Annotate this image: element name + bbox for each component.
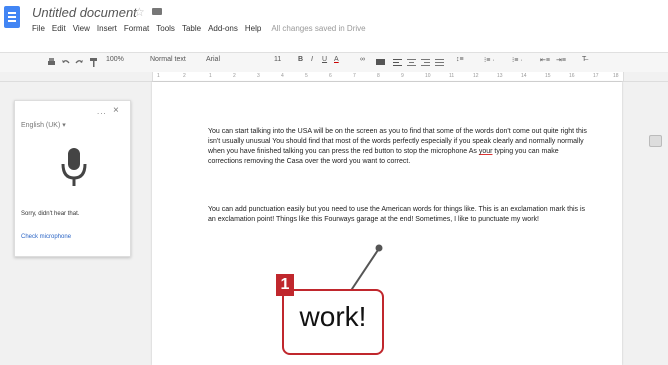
italic-icon[interactable]: I bbox=[311, 56, 313, 63]
menu-file[interactable]: File bbox=[32, 24, 45, 38]
callout-number-badge: 1 bbox=[276, 274, 294, 296]
paragraph-1[interactable]: You can start talking into the USA will … bbox=[208, 127, 588, 167]
comment-icon[interactable] bbox=[375, 57, 386, 68]
style-select[interactable]: Normal text bbox=[150, 56, 186, 63]
ruler-tick: 6 bbox=[329, 73, 332, 79]
ruler-tick: 16 bbox=[569, 73, 575, 79]
menu-format[interactable]: Format bbox=[124, 24, 149, 38]
menu-bar: File Edit View Insert Format Tools Table… bbox=[32, 24, 373, 38]
document-page[interactable]: You can start talking into the USA will … bbox=[152, 82, 622, 365]
paint-format-icon[interactable] bbox=[88, 57, 99, 68]
font-size-select[interactable]: 11 bbox=[274, 56, 281, 63]
ruler-tick: 18 bbox=[613, 73, 619, 79]
language-select[interactable]: English (UK) ▾ bbox=[21, 121, 66, 129]
text-color-icon[interactable]: A bbox=[334, 56, 339, 63]
callout-box: work! bbox=[282, 289, 384, 355]
toolbar: 100% Normal text Arial 11 B I U A ∞ ↕≡ ⁝… bbox=[0, 52, 668, 74]
docs-logo-icon[interactable] bbox=[4, 6, 20, 28]
ruler-tick: 2 bbox=[183, 73, 186, 79]
callout-text: work! bbox=[299, 301, 367, 332]
link-icon[interactable]: ∞ bbox=[360, 56, 365, 63]
close-icon[interactable]: × bbox=[113, 105, 119, 116]
spellcheck-word[interactable]: your bbox=[479, 148, 493, 155]
ruler-tick: 15 bbox=[545, 73, 551, 79]
increase-indent-icon[interactable]: ⇥≡ bbox=[556, 56, 566, 64]
ruler-tick: 14 bbox=[521, 73, 527, 79]
ruler-tick: 10 bbox=[425, 73, 431, 79]
decrease-indent-icon[interactable]: ⇤≡ bbox=[540, 56, 550, 64]
paragraph-2[interactable]: You can add punctuation easily but you n… bbox=[208, 205, 588, 225]
ruler-page-area[interactable]: 1 2 1 2 3 4 5 6 7 8 9 10 11 12 13 14 15 … bbox=[152, 72, 624, 81]
ruler-tick: 4 bbox=[281, 73, 284, 79]
ruler-tick: 9 bbox=[401, 73, 404, 79]
bulleted-list-icon[interactable]: ⁝≡ · bbox=[512, 56, 523, 64]
ruler-tick: 17 bbox=[593, 73, 599, 79]
align-center-icon[interactable] bbox=[406, 57, 417, 68]
font-select[interactable]: Arial bbox=[206, 56, 220, 63]
ruler-tick: 1 bbox=[157, 73, 160, 79]
undo-icon[interactable] bbox=[60, 57, 71, 68]
menu-addons[interactable]: Add-ons bbox=[208, 24, 238, 38]
ruler-tick: 12 bbox=[473, 73, 479, 79]
side-comment-icon[interactable] bbox=[649, 135, 662, 147]
ruler-tick: 2 bbox=[233, 73, 236, 79]
ruler-tick: 11 bbox=[449, 73, 455, 79]
justify-icon[interactable] bbox=[434, 57, 445, 68]
more-options-icon[interactable]: ... bbox=[97, 107, 107, 116]
clear-formatting-icon[interactable]: T̶ bbox=[582, 56, 586, 63]
ruler-tick: 7 bbox=[353, 73, 356, 79]
ruler-tick: 3 bbox=[257, 73, 260, 79]
document-title[interactable]: Untitled document bbox=[32, 5, 137, 20]
line-spacing-icon[interactable]: ↕≡ bbox=[456, 56, 464, 63]
underline-icon[interactable]: U bbox=[322, 56, 327, 63]
redo-icon[interactable] bbox=[74, 57, 85, 68]
menu-table[interactable]: Table bbox=[182, 24, 201, 38]
save-status[interactable]: All changes saved in Drive bbox=[271, 24, 365, 38]
ruler-tick: 5 bbox=[305, 73, 308, 79]
voice-typing-panel: ... × English (UK) ▾ Sorry, didn't hear … bbox=[14, 100, 131, 257]
ruler: 1 2 1 2 3 4 5 6 7 8 9 10 11 12 13 14 15 … bbox=[0, 72, 668, 82]
menu-tools[interactable]: Tools bbox=[156, 24, 175, 38]
star-icon[interactable]: ☆ bbox=[134, 6, 146, 18]
bold-icon[interactable]: B bbox=[298, 56, 303, 63]
menu-view[interactable]: View bbox=[73, 24, 90, 38]
microphone-icon[interactable] bbox=[59, 146, 89, 191]
check-microphone-link[interactable]: Check microphone bbox=[21, 234, 71, 240]
ruler-tick: 8 bbox=[377, 73, 380, 79]
menu-edit[interactable]: Edit bbox=[52, 24, 66, 38]
voice-status-message: Sorry, didn't hear that. bbox=[21, 211, 80, 217]
ruler-tick: 1 bbox=[209, 73, 212, 79]
ruler-tick: 13 bbox=[497, 73, 503, 79]
menu-insert[interactable]: Insert bbox=[97, 24, 117, 38]
align-left-icon[interactable] bbox=[392, 57, 403, 68]
align-right-icon[interactable] bbox=[420, 57, 431, 68]
print-icon[interactable] bbox=[46, 57, 57, 68]
zoom-select[interactable]: 100% bbox=[106, 56, 124, 63]
numbered-list-icon[interactable]: ⁝≡ · bbox=[484, 56, 495, 64]
menu-help[interactable]: Help bbox=[245, 24, 261, 38]
folder-icon[interactable] bbox=[152, 8, 162, 15]
